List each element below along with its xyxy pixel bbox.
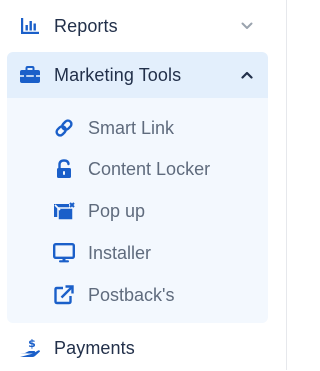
submenu-item-smart-link[interactable]: Smart Link xyxy=(7,109,268,147)
marketing-tools-submenu: Smart Link Content Locker Pop up Install… xyxy=(7,98,268,323)
sidebar-item-reports[interactable]: Reports xyxy=(7,3,268,49)
unlock-icon xyxy=(53,158,75,180)
popup-icon xyxy=(53,200,75,222)
submenu-item-label: Postback's xyxy=(88,284,175,305)
submenu-item-content-locker[interactable]: Content Locker xyxy=(7,150,268,188)
external-link-icon xyxy=(53,284,75,306)
submenu-item-label: Pop up xyxy=(88,200,146,221)
monitor-icon xyxy=(53,242,75,264)
link-icon xyxy=(53,117,75,139)
bar-chart-icon xyxy=(19,15,41,37)
hand-dollar-icon: $ xyxy=(19,337,41,359)
submenu-item-installer[interactable]: Installer xyxy=(7,234,268,272)
submenu-item-label: Installer xyxy=(88,242,152,263)
toolbox-icon xyxy=(19,64,41,86)
sidebar-item-marketing-tools[interactable]: Marketing Tools xyxy=(7,52,268,98)
sidebar-item-payments[interactable]: $ Payments xyxy=(7,325,268,371)
chevron-down-icon[interactable] xyxy=(240,19,254,33)
submenu-item-label: Smart Link xyxy=(88,117,175,138)
chevron-up-icon[interactable] xyxy=(240,68,254,82)
svg-text:$: $ xyxy=(28,337,36,350)
sidebar-item-label: Marketing Tools xyxy=(54,64,182,85)
submenu-item-postbacks[interactable]: Postback's xyxy=(7,276,268,314)
submenu-item-pop-up[interactable]: Pop up xyxy=(7,192,268,230)
sidebar-item-label: Payments xyxy=(54,337,135,358)
sidebar-item-label: Reports xyxy=(54,15,118,36)
sidebar-right-border xyxy=(286,0,287,370)
submenu-item-label: Content Locker xyxy=(88,158,211,179)
